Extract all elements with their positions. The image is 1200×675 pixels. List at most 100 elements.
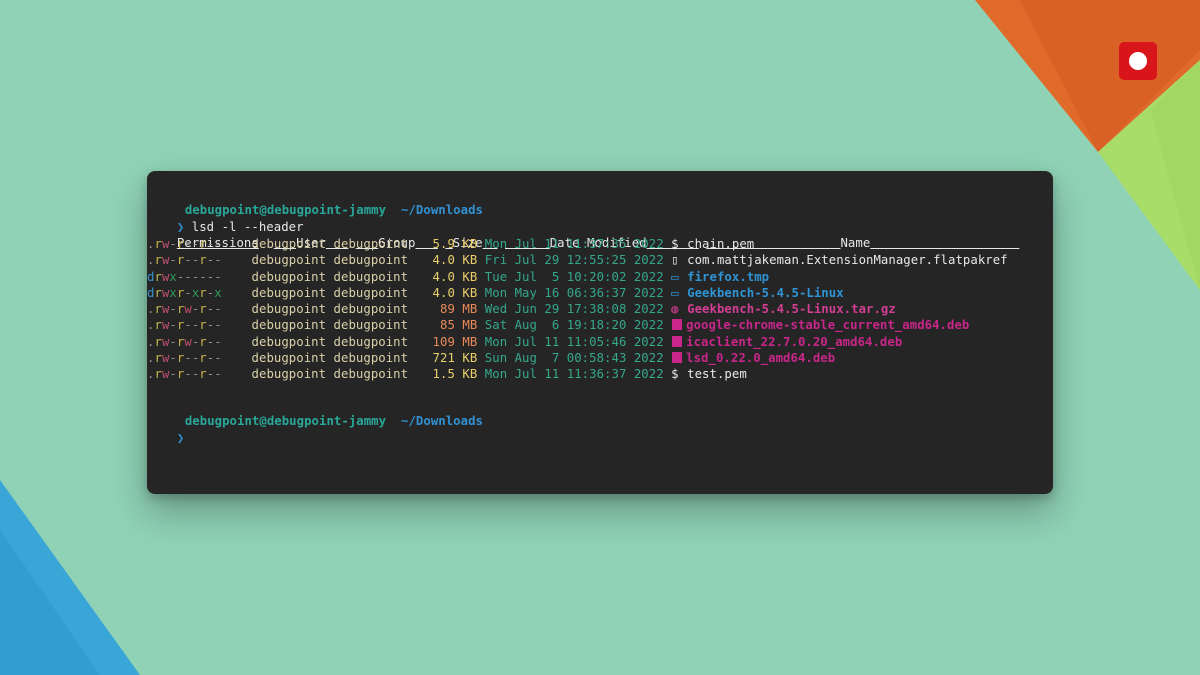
size-cell: 89	[416, 301, 455, 317]
size-value: 4.0	[432, 269, 455, 284]
user-cell: debugpoint	[251, 285, 327, 300]
size-unit: MB	[462, 302, 478, 316]
prompt-path: ~/Downloads	[401, 414, 483, 428]
package-icon	[672, 335, 683, 347]
group-cell: debugpoint	[333, 350, 409, 365]
size-cell: 4.0	[416, 252, 455, 268]
size-unit: KB	[462, 350, 478, 365]
group-cell: debugpoint	[333, 318, 409, 333]
package-icon	[672, 351, 683, 363]
table-row[interactable]: .rw-r--r-- debugpoint debugpoint 5.9 KB …	[147, 236, 754, 252]
user-cell: debugpoint	[251, 318, 327, 333]
permissions-cell: .rw-r--r--	[147, 350, 222, 365]
record-icon	[1129, 52, 1147, 70]
prompt-path: ~/Downloads	[401, 203, 483, 217]
permissions-cell: .rw-rw-r--	[147, 334, 222, 349]
group-cell: debugpoint	[333, 367, 409, 381]
prompt-line-1: debugpoint@debugpoint-jammy ~/Downloads	[155, 186, 483, 217]
command-line: ❯ lsd -l --header	[147, 203, 304, 234]
folder-open-icon: ▭	[671, 269, 679, 284]
size-unit: KB	[462, 253, 478, 268]
date-cell: Mon Jul 11 11:37:35 2022	[484, 237, 664, 251]
date-cell: Tue Jul 5 10:20:02 2022	[484, 269, 664, 284]
permissions-cell: .rw-r--r--	[147, 367, 222, 381]
size-unit: MB	[462, 318, 478, 333]
size-unit: KB	[462, 367, 478, 381]
group-cell: debugpoint	[333, 269, 409, 284]
size-value: 1.5	[432, 367, 455, 381]
group-cell: debugpoint	[333, 237, 409, 251]
user-cell: debugpoint	[251, 237, 327, 251]
user-cell: debugpoint	[251, 302, 327, 316]
user-cell: debugpoint	[251, 269, 327, 284]
user-cell: debugpoint	[251, 253, 327, 268]
permissions-cell: .rw-r--r--	[147, 318, 222, 333]
date-cell: Wed Jun 29 17:38:08 2022	[484, 302, 664, 316]
date-cell: Mon May 16 06:36:37 2022	[484, 285, 664, 300]
file-name: com.mattjakeman.ExtensionManager.flatpak…	[687, 253, 1008, 268]
group-cell: debugpoint	[333, 253, 409, 268]
file-name: lsd_0.22.0_amd64.deb	[686, 350, 836, 365]
permissions-cell: .rw-rw-r--	[147, 302, 222, 316]
size-cell: 4.0	[416, 269, 455, 285]
size-unit: KB	[462, 237, 478, 251]
table-row[interactable]: drwxr-xr-x debugpoint debugpoint 4.0 KB …	[147, 285, 844, 301]
package-icon	[672, 319, 683, 331]
file-name: firefox.tmp	[687, 269, 770, 284]
file-icon: ▯	[671, 253, 679, 268]
archive-icon: ◍	[671, 302, 679, 316]
record-button[interactable]	[1119, 42, 1157, 80]
group-cell: debugpoint	[333, 302, 409, 316]
date-cell: Sat Aug 6 19:18:20 2022	[484, 318, 664, 333]
size-cell: 1.5	[416, 366, 455, 382]
size-unit: MB	[462, 334, 478, 349]
table-row[interactable]: drwx------ debugpoint debugpoint 4.0 KB …	[147, 269, 769, 285]
table-row[interactable]: .rw-r--r-- debugpoint debugpoint 721 KB …	[147, 350, 835, 366]
permissions-cell: drwxr-xr-x	[147, 285, 222, 300]
user-cell: debugpoint	[251, 367, 327, 381]
size-value: 4.0	[432, 253, 455, 268]
file-name: Geekbench-5.4.5-Linux	[687, 285, 844, 300]
size-cell: 5.9	[416, 236, 455, 252]
file-name: chain.pem	[687, 237, 755, 251]
size-cell: 85	[416, 317, 455, 333]
size-value: 5.9	[432, 237, 455, 251]
key-icon: $	[671, 237, 679, 251]
prompt-chevron-icon: ❯	[176, 431, 185, 445]
input-line[interactable]: ❯	[147, 414, 184, 445]
user-cell: debugpoint	[251, 334, 327, 349]
group-cell: debugpoint	[333, 285, 409, 300]
permissions-cell: .rw-r--r--	[147, 253, 222, 268]
table-row[interactable]: .rw-rw-r-- debugpoint debugpoint 109 MB …	[147, 334, 902, 350]
folder-open-icon: ▭	[671, 285, 679, 300]
size-value: 85	[440, 318, 455, 333]
size-cell: 721	[416, 350, 455, 366]
table-header: Permissions User Group Size Date Modifie…	[147, 219, 1019, 250]
prompt-line-2: debugpoint@debugpoint-jammy ~/Downloads	[155, 397, 483, 428]
date-cell: Fri Jul 29 12:55:25 2022	[484, 253, 664, 268]
size-cell: 109	[416, 334, 455, 350]
group-cell: debugpoint	[333, 334, 409, 349]
terminal-window[interactable]: debugpoint@debugpoint-jammy ~/Downloads …	[147, 171, 1053, 494]
user-cell: debugpoint	[251, 350, 327, 365]
table-row[interactable]: .rw-rw-r-- debugpoint debugpoint 89 MB W…	[147, 301, 896, 317]
file-name: Geekbench-5.4.5-Linux.tar.gz	[687, 302, 896, 316]
size-unit: KB	[462, 269, 478, 284]
permissions-cell: .rw-r--r--	[147, 237, 222, 251]
key-icon: $	[671, 367, 679, 381]
file-name: google-chrome-stable_current_amd64.deb	[686, 318, 970, 333]
size-value: 109	[432, 334, 455, 349]
prompt-user-host: debugpoint@debugpoint-jammy	[184, 414, 387, 428]
date-cell: Mon Jul 11 11:05:46 2022	[484, 334, 664, 349]
table-row[interactable]: .rw-r--r-- debugpoint debugpoint 85 MB S…	[147, 317, 969, 333]
permissions-cell: drwx------	[147, 269, 222, 284]
size-value: 89	[440, 302, 455, 316]
size-value: 4.0	[432, 285, 455, 300]
size-cell: 4.0	[416, 285, 455, 301]
file-name: icaclient_22.7.0.20_amd64.deb	[686, 334, 903, 349]
size-value: 721	[432, 350, 455, 365]
file-name: test.pem	[687, 367, 747, 381]
table-row[interactable]: .rw-r--r-- debugpoint debugpoint 1.5 KB …	[147, 366, 747, 382]
size-unit: KB	[462, 285, 478, 300]
table-row[interactable]: .rw-r--r-- debugpoint debugpoint 4.0 KB …	[147, 252, 1008, 268]
